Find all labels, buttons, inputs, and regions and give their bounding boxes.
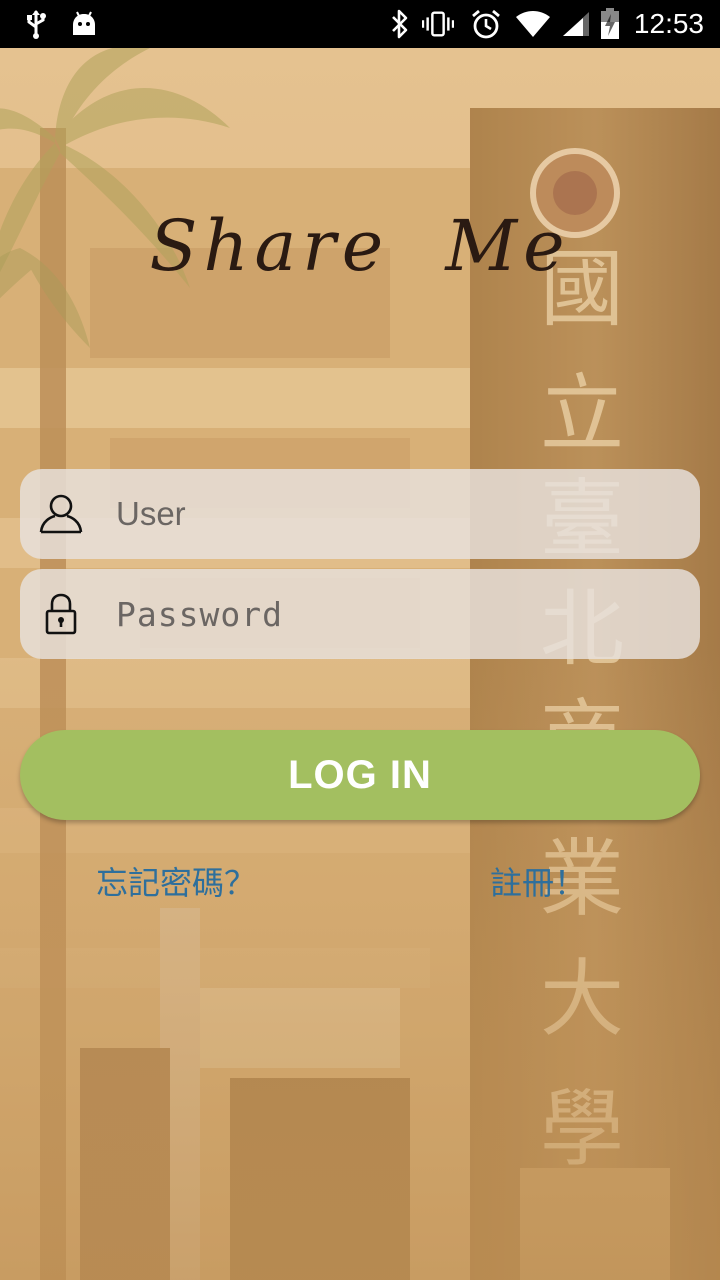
battery-charging-icon <box>594 8 626 40</box>
password-input[interactable] <box>116 569 676 659</box>
login-screen: 國 立 臺 北 商 業 大 學 <box>0 0 720 1280</box>
lock-icon <box>38 591 84 637</box>
username-input[interactable] <box>116 469 676 559</box>
status-bar: 12:53 <box>0 0 720 48</box>
register-link[interactable]: 註冊！ <box>490 858 586 904</box>
alarm-icon <box>470 8 502 40</box>
usb-icon <box>20 8 52 40</box>
vibrate-icon <box>422 8 454 40</box>
username-field[interactable] <box>20 469 700 559</box>
status-clock: 12:53 <box>633 8 704 39</box>
forgot-password-link[interactable]: 忘記密碼？ <box>96 858 256 904</box>
signal-icon <box>560 8 592 40</box>
app-logo: Share Me <box>149 205 571 287</box>
bluetooth-icon <box>384 8 416 40</box>
password-field[interactable] <box>20 569 700 659</box>
login-button[interactable]: LOG IN <box>20 730 700 820</box>
wifi-icon <box>514 8 552 40</box>
android-debug-icon <box>68 8 100 40</box>
user-icon <box>38 491 84 537</box>
